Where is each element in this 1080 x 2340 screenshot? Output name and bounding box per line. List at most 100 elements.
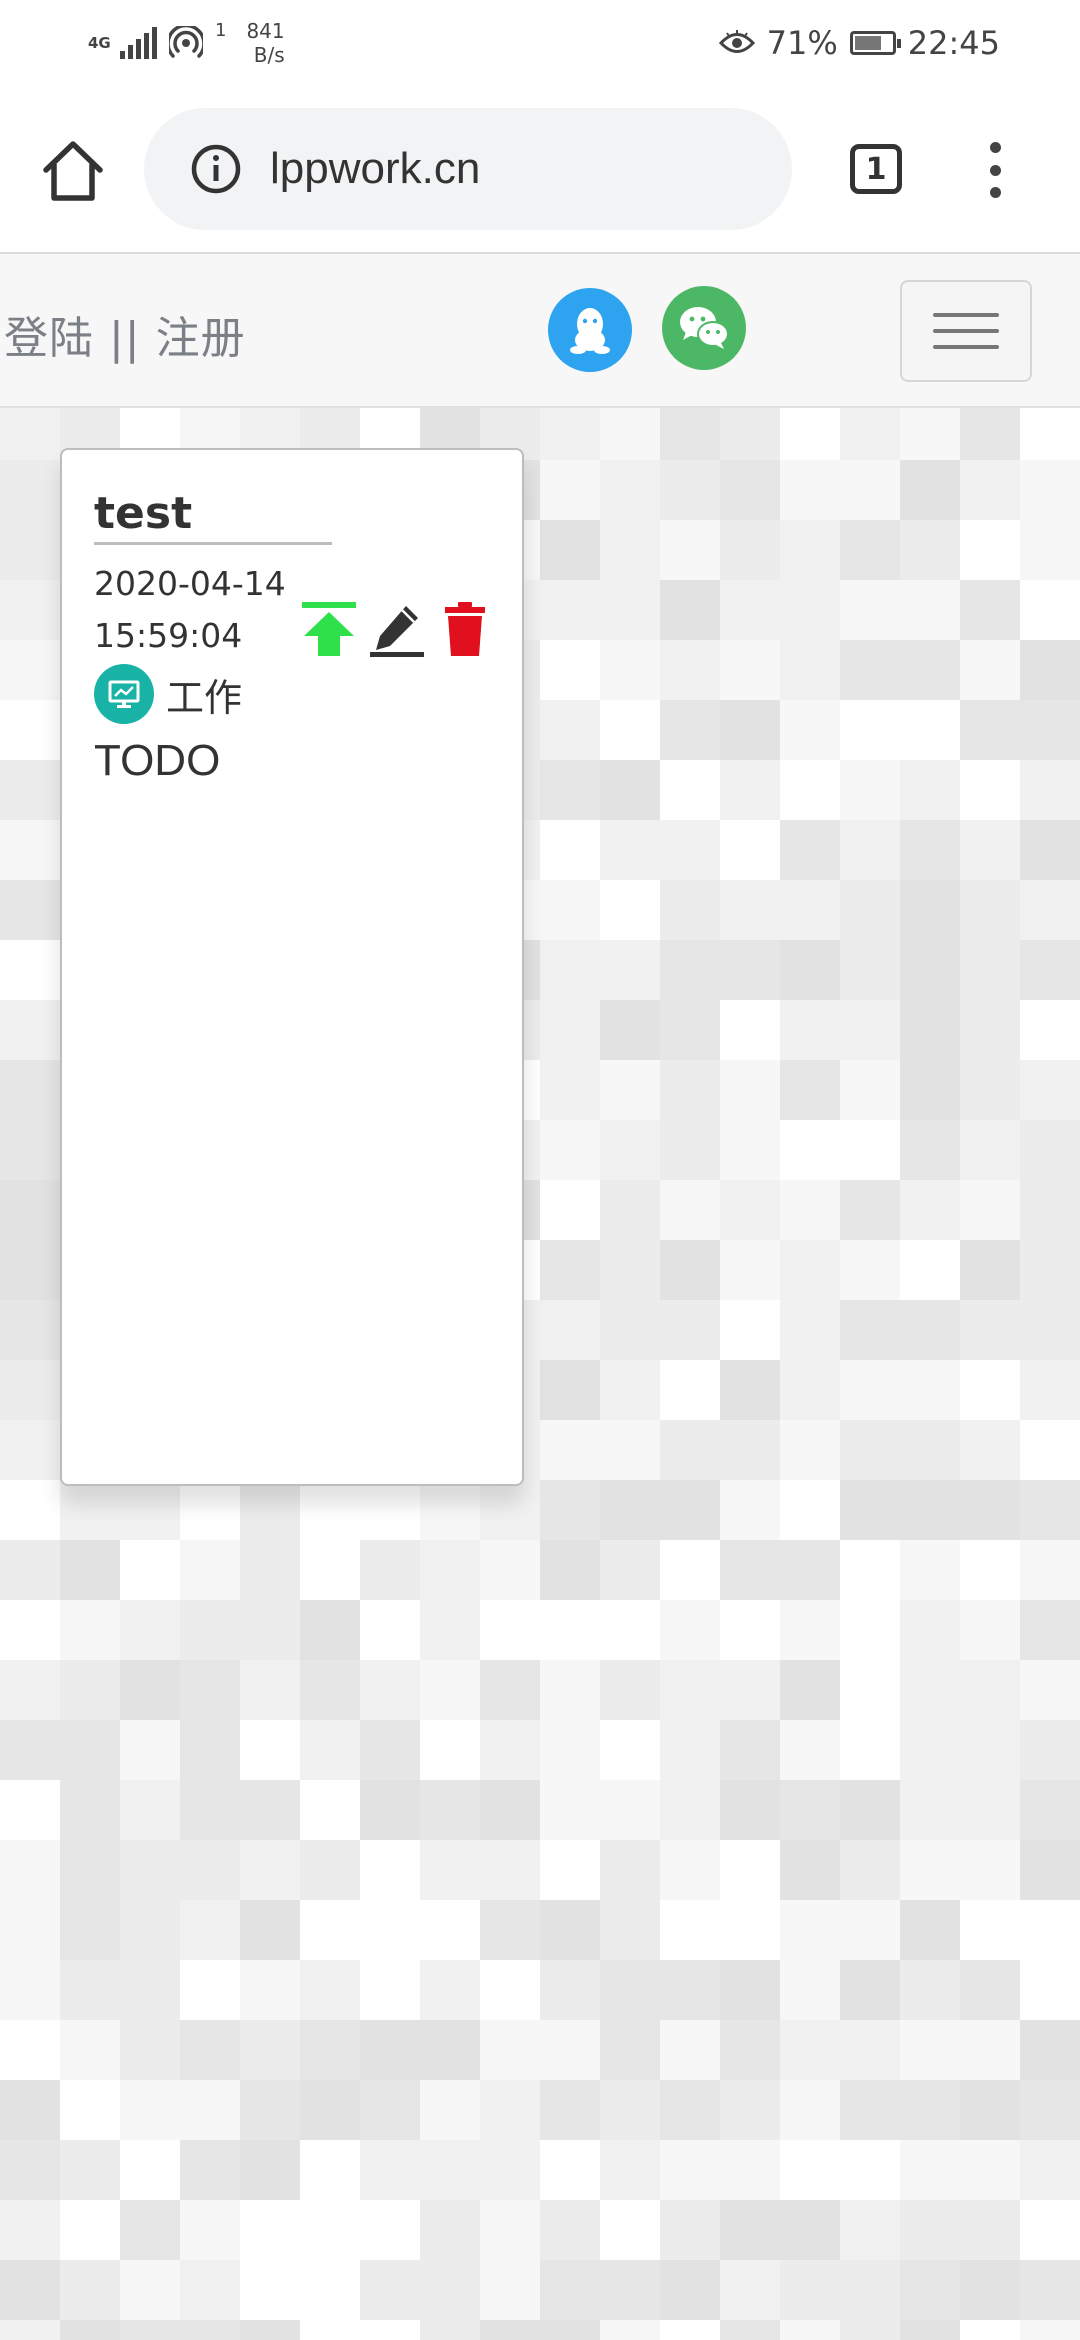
mosaic-tile xyxy=(300,2260,360,2320)
mosaic-tile xyxy=(0,1000,60,1060)
mosaic-tile xyxy=(120,1660,180,1720)
mosaic-tile xyxy=(960,1120,1020,1180)
mosaic-tile xyxy=(540,1120,600,1180)
edit-button[interactable] xyxy=(368,600,426,658)
mosaic-tile xyxy=(720,520,780,580)
mosaic-tile xyxy=(660,1600,720,1660)
mosaic-tile xyxy=(1020,2080,1080,2140)
login-register-link[interactable]: 登陆 || 注册 xyxy=(4,302,246,366)
mosaic-tile xyxy=(960,2320,1020,2340)
mosaic-tile xyxy=(60,1660,120,1720)
mosaic-tile xyxy=(780,640,840,700)
mosaic-tile xyxy=(660,1360,720,1420)
mosaic-tile xyxy=(900,2080,960,2140)
mosaic-tile xyxy=(840,1180,900,1240)
mosaic-tile xyxy=(600,1480,660,1540)
mosaic-tile xyxy=(300,2080,360,2140)
mosaic-tile xyxy=(480,1480,540,1540)
mosaic-tile xyxy=(1020,2020,1080,2080)
mosaic-tile xyxy=(600,820,660,880)
mosaic-tile xyxy=(1020,2260,1080,2320)
mosaic-tile xyxy=(840,1480,900,1540)
mosaic-tile xyxy=(840,820,900,880)
mosaic-tile xyxy=(60,2020,120,2080)
mosaic-tile xyxy=(540,2320,600,2340)
mosaic-tile xyxy=(900,640,960,700)
mosaic-tile xyxy=(120,1480,180,1540)
mosaic-tile xyxy=(600,1780,660,1840)
mosaic-tile xyxy=(720,1360,780,1420)
url-text[interactable]: lppwork.cn xyxy=(270,144,480,194)
mosaic-tile xyxy=(420,2080,480,2140)
mosaic-tile xyxy=(720,700,780,760)
mosaic-tile xyxy=(420,1540,480,1600)
mosaic-tile xyxy=(60,1540,120,1600)
mosaic-tile xyxy=(660,1660,720,1720)
mosaic-tile xyxy=(600,1120,660,1180)
wechat-login-button[interactable] xyxy=(662,286,746,370)
site-info-icon[interactable] xyxy=(190,143,242,195)
mosaic-tile xyxy=(840,880,900,940)
mosaic-tile xyxy=(660,1840,720,1900)
mosaic-tile xyxy=(900,580,960,640)
mosaic-tile xyxy=(900,2260,960,2320)
home-icon[interactable] xyxy=(38,136,108,206)
mosaic-tile xyxy=(0,2080,60,2140)
mosaic-tile xyxy=(120,1840,180,1900)
address-bar[interactable]: lppwork.cn xyxy=(144,108,792,230)
mosaic-tile xyxy=(120,2020,180,2080)
mosaic-tile xyxy=(540,1360,600,1420)
mosaic-tile xyxy=(420,1840,480,1900)
mosaic-tile xyxy=(600,880,660,940)
mosaic-tile xyxy=(180,1840,240,1900)
mosaic-tile xyxy=(600,2320,660,2340)
mosaic-tile xyxy=(600,1300,660,1360)
mosaic-tile xyxy=(180,1480,240,1540)
wechat-icon xyxy=(680,307,729,349)
mosaic-tile xyxy=(660,408,720,460)
qq-login-button[interactable] xyxy=(548,288,632,372)
mosaic-tile xyxy=(480,2260,540,2320)
mosaic-tile xyxy=(900,1120,960,1180)
mosaic-tile xyxy=(120,2260,180,2320)
delete-button[interactable] xyxy=(436,600,494,658)
mosaic-tile xyxy=(720,1120,780,1180)
mosaic-tile xyxy=(960,760,1020,820)
mosaic-tile xyxy=(660,2140,720,2200)
mosaic-tile xyxy=(960,1000,1020,1060)
tab-switcher-button[interactable]: 1 xyxy=(850,144,902,194)
mosaic-tile xyxy=(300,2140,360,2200)
mosaic-tile xyxy=(60,2140,120,2200)
mosaic-tile xyxy=(1020,2200,1080,2260)
mosaic-tile xyxy=(780,1180,840,1240)
mosaic-tile xyxy=(120,2080,180,2140)
battery-fill xyxy=(854,36,881,50)
mosaic-tile xyxy=(1020,1240,1080,1300)
mosaic-tile xyxy=(420,2020,480,2080)
note-card[interactable]: test 2020-04-14 15:59:04 工作 TODO xyxy=(60,448,524,1486)
nav-toggle-button[interactable] xyxy=(900,280,1032,382)
mosaic-tile xyxy=(840,2140,900,2200)
mosaic-tile xyxy=(900,1540,960,1600)
mosaic-tile xyxy=(900,1480,960,1540)
mosaic-tile xyxy=(660,2260,720,2320)
note-date: 2020-04-14 xyxy=(94,564,286,603)
mosaic-tile xyxy=(120,1600,180,1660)
mosaic-tile xyxy=(300,1480,360,1540)
mosaic-tile xyxy=(0,1300,60,1360)
mosaic-tile xyxy=(360,2200,420,2260)
mosaic-tile xyxy=(540,2140,600,2200)
mosaic-tile xyxy=(180,2080,240,2140)
mosaic-tile xyxy=(180,2200,240,2260)
mosaic-tile xyxy=(360,1960,420,2020)
mosaic-tile xyxy=(960,640,1020,700)
pin-to-top-button[interactable] xyxy=(300,600,358,658)
note-title: test xyxy=(94,486,332,545)
mosaic-tile xyxy=(1020,1900,1080,1960)
mosaic-tile xyxy=(780,580,840,640)
mosaic-tile xyxy=(480,1960,540,2020)
mosaic-tile xyxy=(660,880,720,940)
mosaic-tile xyxy=(0,1120,60,1180)
browser-menu-icon[interactable] xyxy=(980,142,1010,198)
mosaic-tile xyxy=(720,460,780,520)
